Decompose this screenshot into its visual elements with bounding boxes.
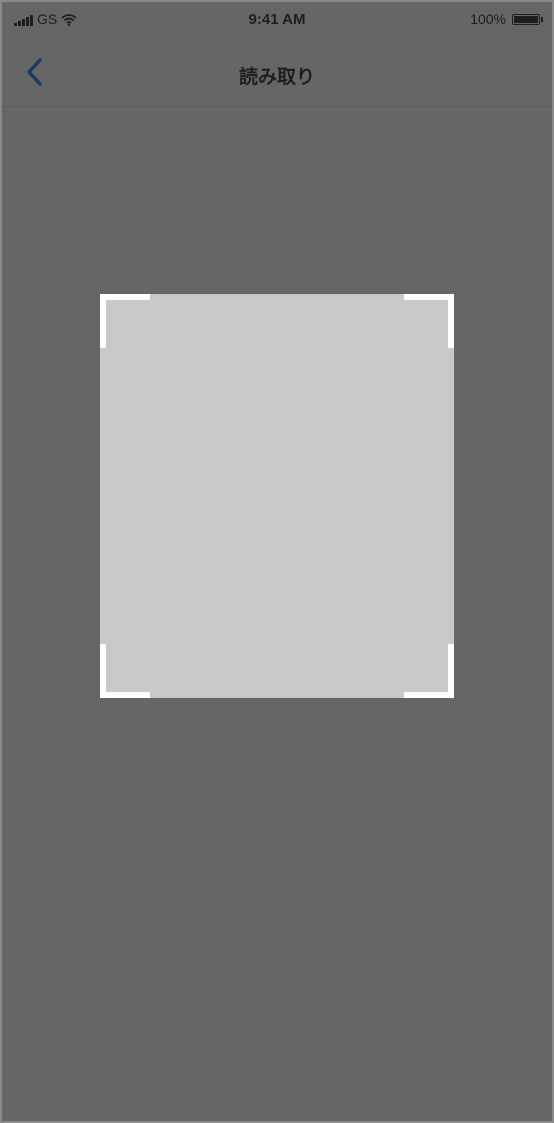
status-bar: GS 9:41 AM 100%: [2, 2, 552, 38]
scanner-screen: GS 9:41 AM 100% 読み取り: [0, 0, 554, 1123]
scan-corner-top-left: [100, 294, 150, 348]
scan-corner-top-right: [404, 294, 454, 348]
scan-corner-bottom-right: [404, 644, 454, 698]
scan-corner-bottom-left: [100, 644, 150, 698]
status-right: 100%: [470, 11, 543, 27]
battery-percent: 100%: [470, 11, 506, 27]
battery-icon: [512, 13, 543, 25]
page-title: 読み取り: [238, 67, 315, 88]
battery-level: [514, 15, 538, 23]
navigation-bar: 読み取り: [2, 38, 552, 107]
scan-area: [100, 294, 454, 698]
